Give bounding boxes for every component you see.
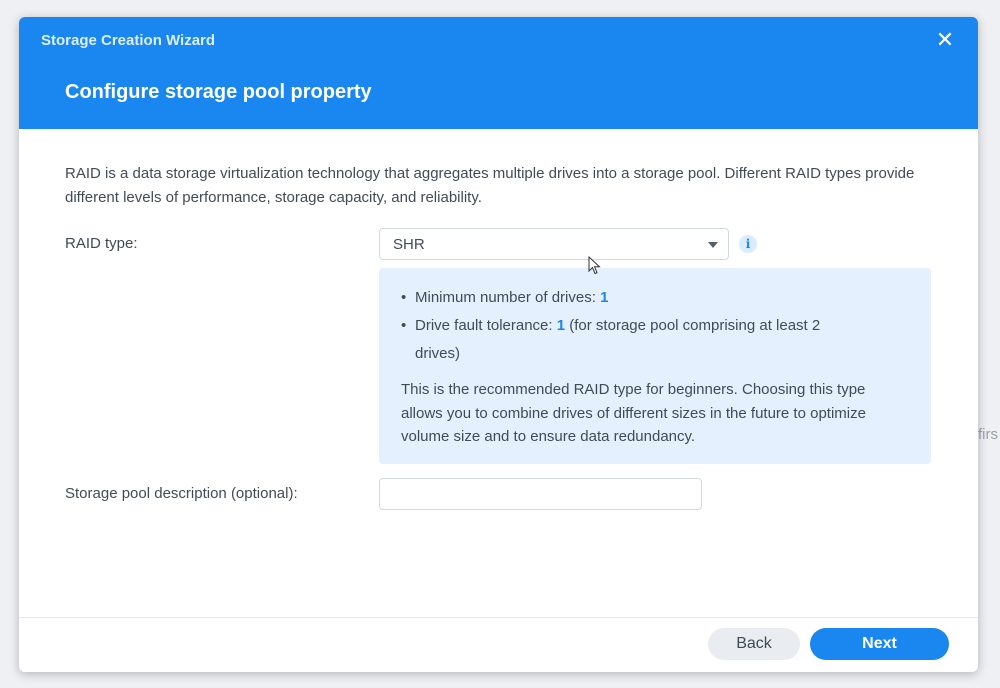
pool-description-label: Storage pool description (optional):: [65, 485, 298, 502]
footer-divider: [19, 617, 978, 618]
window-title: Storage Creation Wizard: [41, 32, 216, 49]
raid-type-selected-value: SHR: [393, 236, 425, 253]
close-icon[interactable]: ✕: [932, 27, 958, 53]
mouse-pointer-icon: [588, 256, 601, 275]
fault-tolerance-value: 1: [556, 317, 566, 334]
pool-description-input[interactable]: [379, 478, 702, 510]
raid-recommendation: This is the recommended RAID type for be…: [401, 381, 866, 445]
storage-creation-wizard-dialog: Storage Creation Wizard ✕ Configure stor…: [19, 17, 978, 672]
background-partial-text: firs: [978, 426, 998, 443]
info-icon[interactable]: i: [739, 235, 757, 253]
next-button[interactable]: Next: [810, 628, 949, 660]
fault-tolerance-note-cont: drives): [415, 345, 461, 362]
dialog-header: Storage Creation Wizard ✕ Configure stor…: [19, 17, 978, 129]
fault-tolerance-label: Drive fault tolerance:: [415, 317, 553, 334]
raid-type-select[interactable]: SHR: [379, 228, 729, 260]
raid-type-label: RAID type:: [65, 235, 138, 252]
fault-tolerance-item: • Drive fault tolerance: 1 (for storage p…: [401, 317, 821, 334]
step-title: Configure storage pool property: [65, 81, 372, 103]
min-drives-item: • Minimum number of drives: 1: [401, 289, 609, 306]
raid-info-panel: • Minimum number of drives: 1 • Drive faul…: [379, 268, 931, 464]
fault-tolerance-note: (for storage pool comprising at least 2: [569, 317, 821, 334]
min-drives-value: 1: [600, 289, 609, 306]
back-button[interactable]: Back: [708, 628, 800, 660]
chevron-down-icon: [708, 242, 718, 248]
min-drives-label: Minimum number of drives:: [415, 289, 596, 306]
raid-description: RAID is a data storage virtualization te…: [65, 165, 915, 206]
